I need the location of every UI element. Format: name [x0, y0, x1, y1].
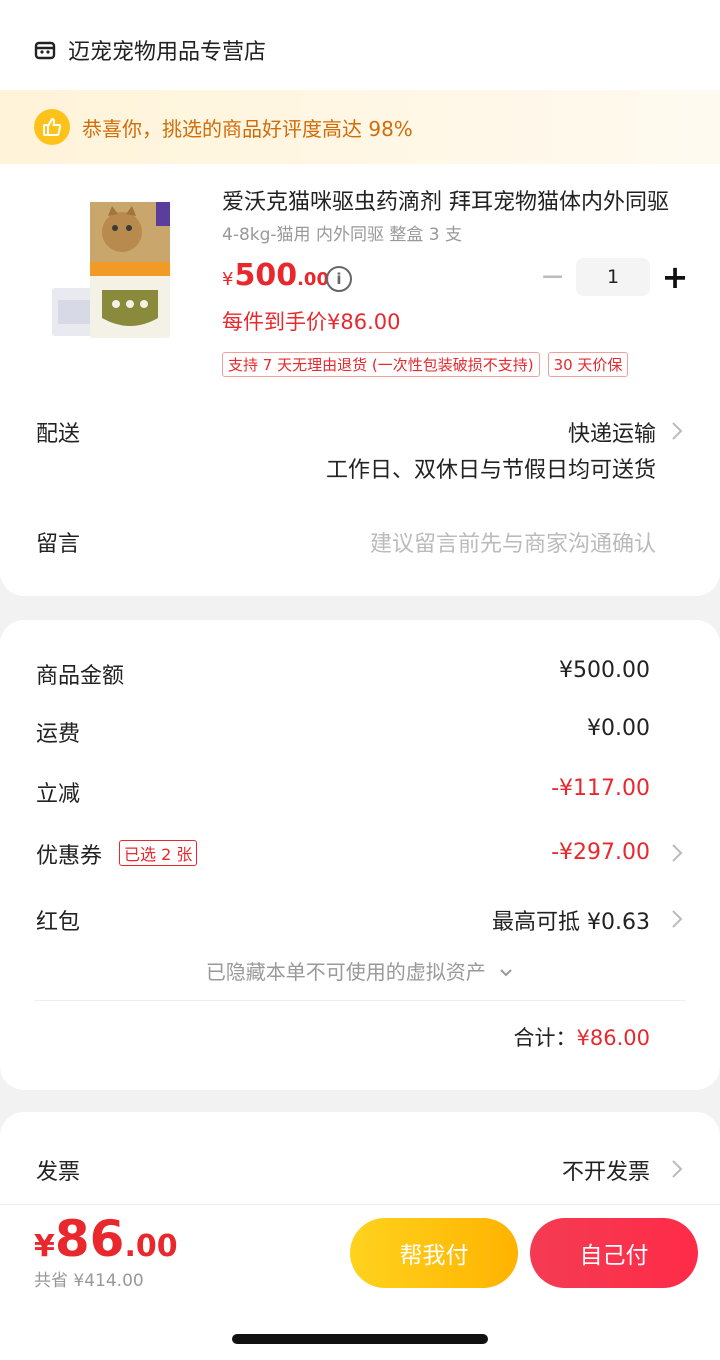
message-label: 留言 [36, 532, 81, 557]
goods-amount-label: 商品金额 [36, 664, 125, 689]
delivery-label: 配送 [36, 422, 81, 447]
banner-text: 恭喜你，挑选的商品好评度高达 98% [82, 116, 413, 141]
product-title[interactable]: 爱沃克猫咪驱虫药滴剂 拜耳宠物猫体内外同驱 [222, 184, 682, 216]
info-icon[interactable]: i [326, 266, 352, 292]
store-header[interactable]: 迈宠宠物用品专营店 [34, 30, 266, 70]
hidden-assets-toggle[interactable]: 已隐藏本单不可使用的虚拟资产 [0, 956, 720, 985]
shipping-value: ¥0.00 [587, 716, 650, 741]
final-unit-price: 每件到手价¥86.00 [222, 310, 401, 334]
total-label: 合计： [513, 1026, 577, 1050]
decrease-quantity-button[interactable]: − [540, 262, 565, 292]
invoice-value[interactable]: 不开发票 [562, 1154, 650, 1186]
price-integer: 500 [234, 258, 298, 293]
delivery-method[interactable]: 快递运输 [568, 416, 656, 448]
self-pay-button[interactable]: 自己付 [530, 1218, 698, 1288]
product-spec[interactable]: 4-8kg-猫用 内外同驱 整盒 3 支 [222, 220, 462, 245]
invoice-label: 发票 [36, 1160, 81, 1185]
service-tags: 支持 7 天无理由退货 (一次性包装破损不支持) 30 天价保 [222, 352, 636, 377]
hidden-assets-text: 已隐藏本单不可使用的虚拟资产 [205, 960, 486, 984]
coupon-label: 优惠券 [36, 844, 103, 869]
price-symbol: ¥ [222, 269, 234, 290]
payable-amount: ¥ 86 .00 [34, 1210, 178, 1268]
store-name: 迈宠宠物用品专营店 [68, 40, 267, 65]
chevron-right-icon[interactable] [670, 842, 684, 864]
increase-quantity-button[interactable]: + [660, 260, 690, 294]
goods-amount-value: ¥500.00 [559, 658, 650, 683]
price-decimal: .00 [297, 269, 329, 290]
help-pay-button[interactable]: 帮我付 [350, 1218, 518, 1288]
coupon-row[interactable]: 优惠券 已选 2 张 [36, 838, 198, 870]
chevron-down-icon [500, 969, 512, 977]
total-value: ¥86.00 [576, 1026, 650, 1050]
message-input[interactable]: 建议留言前先与商家沟通确认 [370, 526, 656, 558]
chevron-right-icon[interactable] [670, 1158, 684, 1180]
discount-label: 立减 [36, 782, 81, 807]
saved-amount: 共省 ¥414.00 [34, 1271, 144, 1291]
divider [34, 1000, 686, 1001]
payable-symbol: ¥ [34, 1229, 55, 1264]
thumbs-up-icon [34, 109, 70, 145]
payable-decimal: .00 [124, 1229, 178, 1264]
chevron-right-icon[interactable] [670, 420, 684, 442]
product-price: ¥ 500 .00 [222, 258, 329, 293]
shipping-label: 运费 [36, 722, 81, 747]
discount-value: -¥117.00 [551, 776, 650, 801]
order-total: 合计：¥86.00 [514, 1022, 650, 1052]
order-item-card: 迈宠宠物用品专营店 恭喜你，挑选的商品好评度高达 98% 爱沃克猫咪驱虫药滴剂 … [0, 0, 720, 596]
price-protection-tag: 30 天价保 [547, 352, 629, 377]
quantity-field[interactable]: 1 [576, 258, 650, 296]
coupon-selected-badge: 已选 2 张 [119, 840, 198, 866]
delivery-note: 工作日、双休日与节假日均可送货 [325, 458, 656, 483]
praise-banner: 恭喜你，挑选的商品好评度高达 98% [0, 90, 720, 164]
red-packet-value[interactable]: 最高可抵 ¥0.63 [492, 904, 650, 936]
coupon-value[interactable]: -¥297.00 [551, 840, 650, 865]
chevron-right-icon[interactable] [670, 908, 684, 930]
store-icon [34, 41, 56, 60]
return-policy-tag: 支持 7 天无理由退货 (一次性包装破损不支持) [222, 352, 540, 377]
red-packet-label: 红包 [36, 910, 81, 935]
payable-integer: 86 [54, 1210, 125, 1268]
home-indicator[interactable] [232, 1334, 488, 1344]
product-image[interactable] [52, 200, 202, 344]
